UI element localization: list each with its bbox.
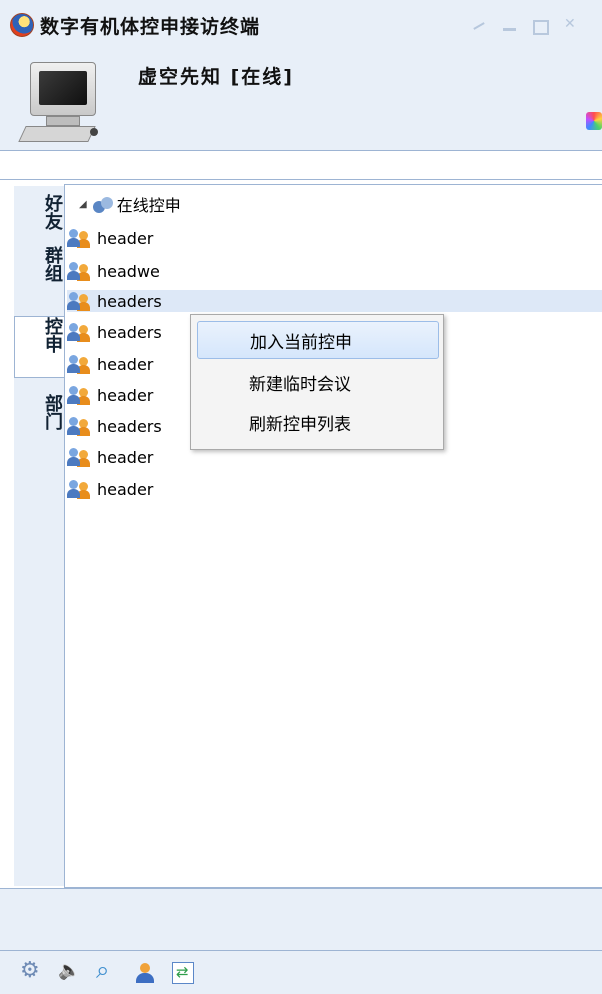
list-item-label: header: [97, 385, 154, 405]
users-icon: [67, 322, 93, 342]
list-item[interactable]: headwe: [67, 260, 602, 282]
list-item-label: headers: [97, 416, 162, 436]
magnifier-icon[interactable]: [96, 956, 118, 984]
list-item-label: headwe: [97, 261, 160, 281]
users-icon: [67, 228, 93, 248]
list-item-selected[interactable]: headers: [67, 290, 602, 312]
header-panel: 数字有机体控申接访终端 虚空先知 [在线]: [0, 0, 602, 150]
tab-groups[interactable]: 群组: [14, 246, 64, 306]
list-item-label: headers: [97, 291, 162, 311]
gear-icon[interactable]: [20, 958, 42, 984]
users-icon: [67, 261, 93, 281]
list-item-label: header: [97, 228, 154, 248]
pin-icon[interactable]: [470, 18, 490, 34]
title-bar: 数字有机体控申接访终端: [10, 10, 260, 40]
context-menu: 加入当前控申 新建临时会议 刷新控申列表: [190, 314, 444, 450]
tab-department[interactable]: 部门: [14, 394, 64, 456]
close-icon[interactable]: [560, 16, 580, 34]
computer-icon: [30, 62, 96, 116]
menu-item-new-meeting[interactable]: 新建临时会议: [197, 363, 439, 401]
users-icon: [67, 385, 93, 405]
app-logo-icon: [10, 13, 34, 37]
menu-item-join-current[interactable]: 加入当前控申: [197, 321, 439, 359]
users-icon: [67, 291, 93, 311]
app-title: 数字有机体控申接访终端: [40, 15, 261, 38]
menu-item-refresh-list[interactable]: 刷新控申列表: [197, 403, 439, 441]
skin-icon[interactable]: [586, 112, 602, 130]
window-controls: [470, 16, 580, 35]
status-bar: [0, 888, 602, 950]
monitor-stand: [46, 116, 80, 126]
users-icon: [67, 479, 93, 499]
list-item[interactable]: header: [67, 227, 602, 249]
users-icon: [67, 354, 93, 374]
bottom-toolbar: [0, 950, 602, 994]
maximize-icon[interactable]: [530, 18, 550, 35]
users-icon: [67, 416, 93, 436]
minimize-icon[interactable]: [500, 18, 520, 34]
list-item[interactable]: header: [67, 478, 602, 500]
list-item-label: header: [97, 479, 154, 499]
list-item-label: headers: [97, 322, 162, 342]
contact-list: ◢ 在线控申 header headwe headers headers hea…: [64, 184, 602, 888]
avatar[interactable]: [18, 56, 110, 148]
search-input[interactable]: [0, 150, 602, 180]
vertical-tabs: 好友 群组 控申 部门: [14, 186, 64, 886]
speaker-icon[interactable]: [58, 962, 80, 984]
group-icon: [92, 195, 113, 213]
tab-control[interactable]: 控申: [14, 316, 64, 378]
expand-triangle-icon[interactable]: ◢: [79, 199, 87, 210]
list-item-label: header: [97, 354, 154, 374]
username-status[interactable]: 虚空先知 [在线]: [138, 62, 294, 89]
keyboard-icon: [18, 126, 96, 142]
refresh-icon[interactable]: [172, 961, 194, 984]
user-icon[interactable]: [134, 962, 156, 984]
tree-group-header[interactable]: ◢ 在线控申: [79, 193, 181, 215]
list-item-label: header: [97, 447, 154, 467]
tab-friends[interactable]: 好友: [14, 194, 64, 240]
mouse-icon: [90, 128, 98, 136]
group-label: 在线控申: [116, 196, 181, 215]
users-icon: [67, 447, 93, 467]
